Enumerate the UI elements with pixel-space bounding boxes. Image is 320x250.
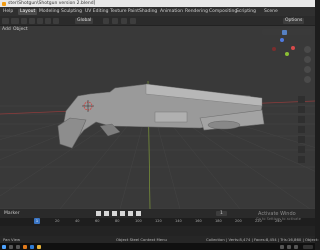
pan-hand-icon[interactable] [304,56,311,63]
mode-select-icon[interactable] [11,18,19,24]
zoom-icon[interactable] [304,46,311,53]
jump-start-icon[interactable] [96,210,101,216]
select-circle-icon[interactable] [37,18,43,24]
material-icon[interactable] [298,156,305,163]
select-lasso-icon[interactable] [29,18,35,24]
object-properties-icon[interactable] [298,136,305,143]
camera-view-icon[interactable] [304,66,311,73]
3d-viewport[interactable]: Add Object [0,26,315,209]
tool-icon[interactable] [298,96,305,103]
menu-help[interactable]: Help [1,9,15,15]
status-bar: Pan View Object Steel Context Menu Colle… [0,236,319,243]
z-axis-icon[interactable] [280,38,284,42]
mouse-hint-context: Object Steel Context Menu [116,237,167,242]
jump-end-icon[interactable] [136,210,141,216]
window-title: ster\Shotgun\Shotgun version 2.blend] [8,1,96,6]
title-bar: ster\Shotgun\Shotgun version 2.blend] [0,0,315,7]
frame-tick: 40 [75,219,80,223]
select-box-icon[interactable] [21,18,27,24]
frame-tick: 160 [195,219,202,223]
playhead[interactable]: 1 [34,218,40,224]
play-icon[interactable] [120,210,125,216]
tab-modeling[interactable]: Modeling [37,9,61,15]
os-taskbar [0,243,315,250]
viewport-shading-toolbar[interactable] [262,29,312,35]
browser-app-icon[interactable] [30,244,34,249]
clock[interactable] [303,244,313,249]
tab-shading[interactable]: Shading [137,9,159,15]
transform-orientation-select[interactable]: Global [75,18,94,24]
tab-scripting[interactable]: Scripting [234,9,258,15]
frame-tick: 20 [55,219,60,223]
volume-icon[interactable] [294,244,298,249]
tab-rendering[interactable]: Rendering [183,9,210,15]
pivot-point-icon[interactable] [103,18,109,24]
scene-properties-icon[interactable] [298,116,305,123]
x-axis-icon[interactable] [291,46,295,50]
frame-tick: 140 [175,219,182,223]
frame-tick: 120 [155,219,162,223]
editor-type-icon[interactable] [2,18,9,24]
marker-menu[interactable]: Marker [4,211,20,216]
file-explorer-icon[interactable] [37,244,41,249]
tab-layout[interactable]: Layout [18,8,38,15]
play-reverse-icon[interactable] [112,210,117,216]
viewport-header: Global Options [0,16,315,26]
tab-sculpting[interactable]: Sculpting [59,9,84,15]
next-keyframe-icon[interactable] [128,210,133,216]
frame-tick: 180 [215,219,222,223]
activation-watermark-hint: Go to Settings to activate [256,217,301,221]
start-icon[interactable] [2,244,6,249]
search-icon[interactable] [9,244,13,249]
y-axis-icon[interactable] [285,52,289,56]
scene-stats: Collection | Verts:8,474 | Faces:8,454 |… [206,237,319,242]
add-menu[interactable]: Add [2,27,11,32]
previous-keyframe-icon[interactable] [104,210,109,216]
blender-logo-icon [2,1,6,6]
select-tweak-icon[interactable] [45,18,51,24]
network-icon[interactable] [287,244,291,249]
world-icon[interactable] [298,126,305,133]
modifier-icon[interactable] [298,146,305,153]
frame-tick: 100 [135,219,142,223]
task-view-icon[interactable] [16,244,20,249]
scene-selector[interactable]: Scene [262,9,280,15]
object-menu[interactable]: Object [13,27,28,32]
select-extend-icon[interactable] [53,18,59,24]
solid-shading-icon[interactable] [282,29,287,35]
view-layer-icon[interactable] [298,106,305,113]
perspective-toggle-icon[interactable] [304,76,311,83]
frame-tick: 200 [235,219,242,223]
snap-icon[interactable] [112,18,118,24]
blender-app-icon[interactable] [23,244,27,249]
current-frame-field[interactable]: 1 [216,211,227,216]
frame-tick: 60 [95,219,100,223]
mouse-hint-pan: Pan View [3,237,21,242]
options-dropdown[interactable]: Options [283,18,305,24]
proportional-edit-icon[interactable] [121,18,127,24]
system-tray-icon[interactable] [280,244,284,249]
tab-uv-editing[interactable]: UV Editing [83,9,110,15]
workspace-tabs: Help Layout Modeling Sculpting UV Editin… [0,7,315,16]
falloff-icon[interactable] [130,18,136,24]
tab-animation[interactable]: Animation [158,9,185,15]
navigation-gizmo[interactable] [268,38,298,62]
neg-x-axis-icon[interactable] [272,47,276,51]
frame-tick: 80 [115,219,120,223]
